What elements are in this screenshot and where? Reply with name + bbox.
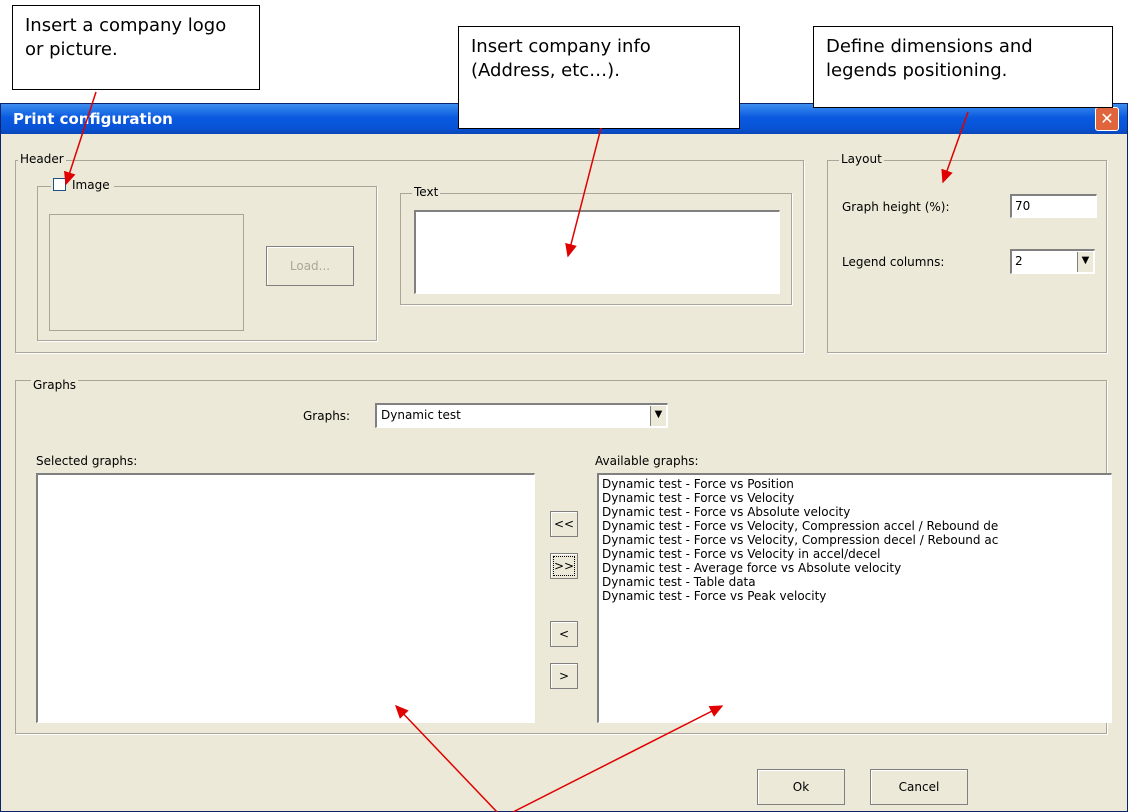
list-item[interactable]: Dynamic test - Force vs Peak velocity <box>599 589 1111 603</box>
image-checkbox-label: Image <box>72 178 110 192</box>
cancel-button[interactable]: Cancel <box>870 769 968 805</box>
company-info-textarea[interactable] <box>414 210 780 294</box>
legend-columns-select[interactable]: 2 ▼ <box>1010 249 1095 274</box>
chevron-down-icon[interactable]: ▼ <box>1077 252 1093 272</box>
callout-logo: Insert a company logo or picture. <box>12 5 260 90</box>
layout-group-label: Layout <box>839 152 884 166</box>
move-left-button[interactable]: < <box>550 621 578 647</box>
close-button[interactable]: ✕ <box>1095 107 1119 131</box>
image-group-label: Image <box>51 178 114 192</box>
legend-columns-value: 2 <box>1015 254 1023 268</box>
move-right-button[interactable]: > <box>550 663 578 689</box>
selected-graphs-label: Selected graphs: <box>36 454 138 468</box>
list-item[interactable]: Dynamic test - Table data <box>599 575 1111 589</box>
ok-button[interactable]: Ok <box>757 769 845 805</box>
graphs-select-value: Dynamic test <box>381 408 461 422</box>
graph-height-input[interactable]: 70 <box>1010 194 1097 218</box>
callout-layout: Define dimensions and legends positionin… <box>813 26 1113 108</box>
move-all-right-button[interactable]: >> <box>550 553 578 579</box>
list-item[interactable]: Dynamic test - Force vs Absolute velocit… <box>599 505 1111 519</box>
selected-graphs-list[interactable] <box>36 473 535 723</box>
list-item[interactable]: Dynamic test - Force vs Velocity, Compre… <box>599 519 1111 533</box>
print-configuration-dialog: Print configuration ✕ Header Image Load.… <box>0 103 1128 812</box>
chevron-down-icon[interactable]: ▼ <box>650 406 666 426</box>
list-item[interactable]: Dynamic test - Force vs Velocity <box>599 491 1111 505</box>
graphs-group-label: Graphs <box>31 378 79 392</box>
header-group-label: Header <box>18 152 66 166</box>
graph-height-label: Graph height (%): <box>842 200 950 214</box>
load-button[interactable]: Load... <box>266 246 354 286</box>
graphs-combo-label: Graphs: <box>303 409 351 423</box>
graph-height-value: 70 <box>1015 199 1031 213</box>
list-item[interactable]: Dynamic test - Force vs Position <box>599 477 1111 491</box>
image-preview <box>49 214 244 331</box>
list-item[interactable]: Dynamic test - Force vs Velocity in acce… <box>599 547 1111 561</box>
list-item[interactable]: Dynamic test - Average force vs Absolute… <box>599 561 1111 575</box>
text-group-label: Text <box>412 185 441 199</box>
move-all-left-button[interactable]: << <box>550 511 578 537</box>
available-graphs-label: Available graphs: <box>595 454 699 468</box>
available-graphs-list[interactable]: Dynamic test - Force vs Position Dynamic… <box>597 473 1112 723</box>
list-item[interactable]: Dynamic test - Force vs Velocity, Compre… <box>599 533 1111 547</box>
dialog-title: Print configuration <box>13 110 173 128</box>
legend-columns-label: Legend columns: <box>842 255 945 269</box>
image-checkbox[interactable] <box>53 178 66 191</box>
graphs-select[interactable]: Dynamic test ▼ <box>375 403 668 428</box>
callout-company-info: Insert company info (Address, etc…). <box>458 26 740 129</box>
